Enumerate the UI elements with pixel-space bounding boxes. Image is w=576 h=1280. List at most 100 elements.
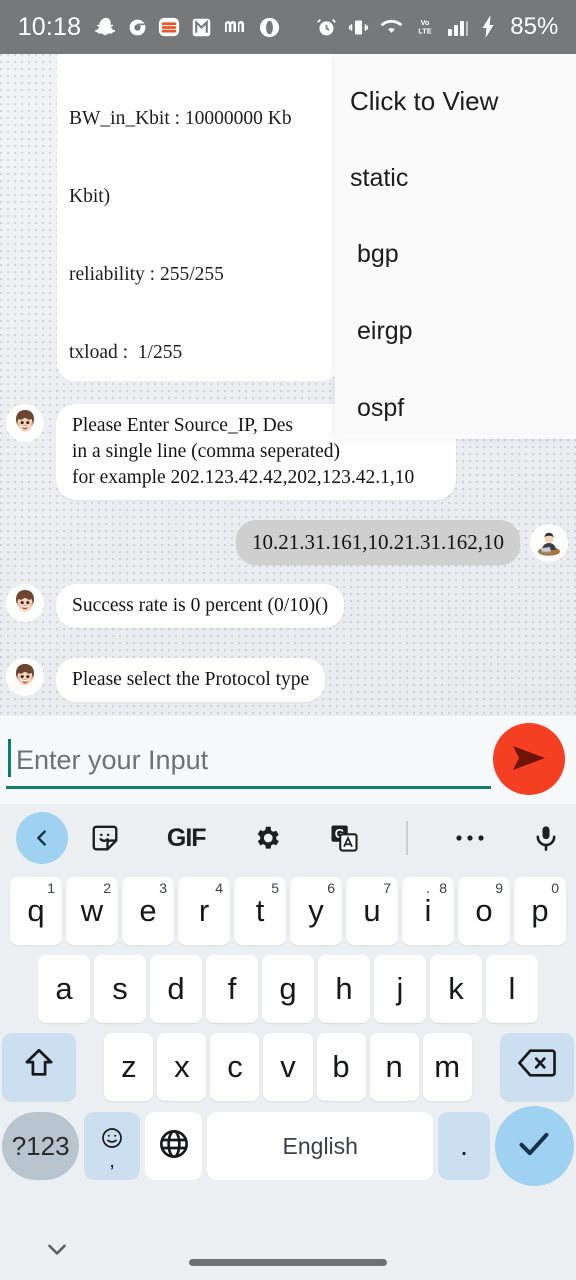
opera-icon bbox=[258, 14, 281, 40]
key-hint: 2 bbox=[103, 880, 111, 896]
chevron-down-icon[interactable] bbox=[40, 1232, 74, 1266]
battery-percent: 85% bbox=[510, 13, 559, 40]
key-hint: 4 bbox=[215, 880, 223, 896]
translate-icon[interactable]: G bbox=[329, 823, 359, 853]
key-i[interactable]: . 8i bbox=[402, 877, 454, 945]
period-label: . bbox=[460, 1130, 468, 1161]
key-label: i bbox=[424, 893, 432, 928]
avatar-bot bbox=[6, 584, 44, 622]
key-label: g bbox=[279, 971, 297, 1006]
globe-icon bbox=[158, 1128, 190, 1165]
more-icon[interactable] bbox=[455, 833, 485, 843]
key-f[interactable]: f bbox=[206, 955, 258, 1023]
key-b[interactable]: b bbox=[316, 1033, 366, 1101]
key-p[interactable]: 0p bbox=[514, 877, 566, 945]
key-dot-hint: . bbox=[425, 880, 430, 897]
key-label: n bbox=[385, 1049, 403, 1084]
key-t[interactable]: 5t bbox=[234, 877, 286, 945]
key-label: s bbox=[112, 971, 128, 1006]
key-d[interactable]: d bbox=[150, 955, 202, 1023]
protocol-option-eirgp[interactable]: eirgp bbox=[335, 317, 576, 346]
key-z[interactable]: z bbox=[104, 1033, 154, 1101]
key-label: e bbox=[139, 893, 157, 928]
back-icon[interactable] bbox=[16, 812, 68, 864]
microphone-icon[interactable] bbox=[532, 823, 560, 853]
protocol-dropdown-panel[interactable]: Click to View static bgp eirgp ospf bbox=[335, 54, 576, 439]
key-w[interactable]: 2w bbox=[66, 877, 118, 945]
input-wrapper[interactable]: Enter your Input bbox=[6, 731, 491, 789]
key-j[interactable]: j bbox=[374, 955, 426, 1023]
input-underline bbox=[6, 786, 491, 789]
vibrate-icon bbox=[348, 14, 369, 40]
key-o[interactable]: 9o bbox=[458, 877, 510, 945]
toolbar-divider bbox=[406, 821, 409, 855]
key-label: a bbox=[55, 971, 73, 1006]
backspace-icon bbox=[517, 1048, 557, 1086]
key-label: l bbox=[508, 971, 516, 1006]
enter-key[interactable] bbox=[494, 1106, 575, 1186]
key-n[interactable]: n bbox=[369, 1033, 419, 1101]
key-k[interactable]: k bbox=[430, 955, 482, 1023]
burger-app-icon bbox=[158, 14, 180, 40]
key-q[interactable]: 1q bbox=[10, 877, 62, 945]
key-label: k bbox=[448, 971, 464, 1006]
interface-info-card: BW_in_Kbit : 10000000 Kb Kbit) reliabili… bbox=[57, 54, 339, 381]
message-row-bot: Please select the Protocol type bbox=[6, 658, 326, 702]
key-hint: 7 bbox=[383, 880, 391, 896]
key-label: t bbox=[255, 893, 265, 928]
key-e[interactable]: 3e bbox=[122, 877, 174, 945]
info-line: BW_in_Kbit : 10000000 Kb bbox=[69, 108, 292, 129]
key-label: o bbox=[475, 893, 493, 928]
key-y[interactable]: 6y bbox=[290, 877, 342, 945]
shift-key[interactable] bbox=[2, 1033, 76, 1101]
comma-label: , bbox=[109, 1150, 115, 1172]
emoji-comma-key[interactable]: , bbox=[84, 1112, 140, 1180]
key-l[interactable]: l bbox=[486, 955, 538, 1023]
gear-icon[interactable] bbox=[252, 823, 282, 853]
globe-key[interactable] bbox=[144, 1112, 203, 1180]
key-hint: 8 bbox=[439, 880, 447, 896]
monzo-icon bbox=[223, 14, 247, 40]
wifi-icon bbox=[380, 14, 403, 40]
send-button[interactable] bbox=[493, 723, 565, 795]
info-line: reliability : 255/255 bbox=[69, 264, 224, 285]
signal-icon bbox=[447, 14, 469, 40]
key-r[interactable]: 4r bbox=[178, 877, 230, 945]
key-label: y bbox=[308, 893, 324, 928]
key-label: v bbox=[280, 1049, 296, 1084]
bot-message-bubble: Success rate is 0 percent (0/10)() bbox=[56, 584, 345, 628]
row3-gap bbox=[80, 1067, 101, 1068]
key-a[interactable]: a bbox=[38, 955, 90, 1023]
key-label: r bbox=[198, 893, 210, 928]
check-icon bbox=[514, 1124, 554, 1169]
space-key[interactable]: English bbox=[207, 1112, 434, 1180]
alarm-icon bbox=[316, 14, 337, 40]
key-h[interactable]: h bbox=[318, 955, 370, 1023]
protocol-option-static[interactable]: static bbox=[335, 164, 576, 193]
protocol-option-ospf[interactable]: ospf bbox=[335, 394, 576, 423]
keyboard-row-4: ?123 , English . bbox=[0, 1106, 576, 1186]
sticker-icon[interactable] bbox=[90, 823, 120, 853]
row3-gap bbox=[476, 1067, 497, 1068]
period-key[interactable]: . bbox=[438, 1112, 490, 1180]
key-x[interactable]: x bbox=[157, 1033, 207, 1101]
status-time: 10:18 bbox=[17, 12, 82, 41]
gif-icon[interactable]: GIF bbox=[167, 824, 207, 853]
key-g[interactable]: g bbox=[262, 955, 314, 1023]
backspace-key[interactable] bbox=[500, 1033, 574, 1101]
key-m[interactable]: m bbox=[422, 1033, 472, 1101]
search-input[interactable]: Enter your Input bbox=[6, 745, 208, 776]
keyboard-row-3: z x c v b n m bbox=[0, 1028, 576, 1106]
keyboard-toolbar: GIF G bbox=[0, 804, 576, 872]
home-indicator[interactable] bbox=[189, 1259, 387, 1266]
key-v[interactable]: v bbox=[263, 1033, 313, 1101]
protocol-option-bgp[interactable]: bgp bbox=[335, 240, 576, 269]
key-c[interactable]: c bbox=[210, 1033, 260, 1101]
key-u[interactable]: 7u bbox=[346, 877, 398, 945]
chat-scroll-area[interactable]: BW_in_Kbit : 10000000 Kb Kbit) reliabili… bbox=[0, 54, 576, 716]
key-s[interactable]: s bbox=[94, 955, 146, 1023]
symbols-key[interactable]: ?123 bbox=[2, 1112, 80, 1180]
protocol-panel-header: Click to View bbox=[350, 86, 499, 116]
bot-message-bubble: Please select the Protocol type bbox=[56, 658, 326, 702]
key-label: p bbox=[531, 893, 549, 928]
